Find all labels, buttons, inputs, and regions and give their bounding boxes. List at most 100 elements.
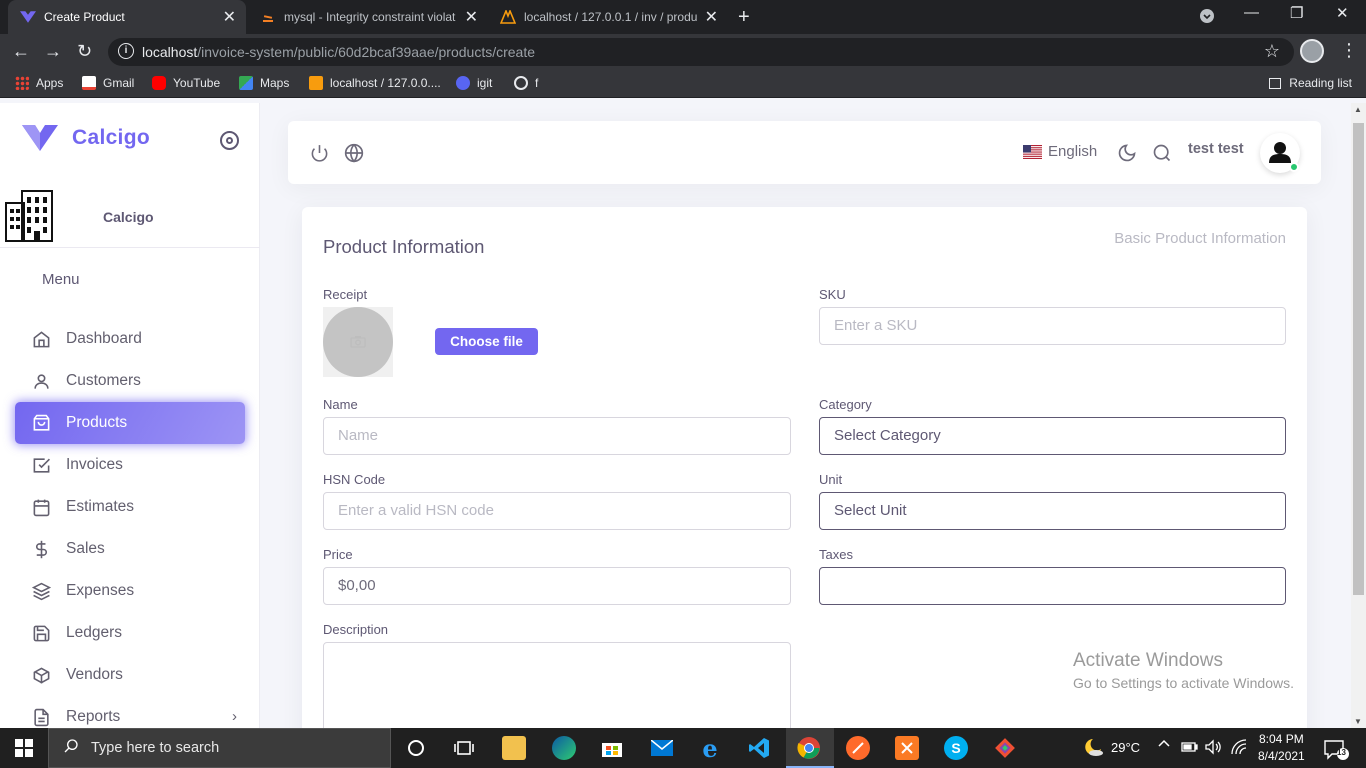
bookmark-label: f bbox=[535, 76, 539, 90]
bookmark-star-icon[interactable]: ☆ bbox=[1264, 41, 1280, 62]
price-label: Price bbox=[323, 547, 353, 562]
taxes-select[interactable] bbox=[819, 567, 1286, 605]
git-icon[interactable] bbox=[993, 736, 1017, 760]
bookmark-f[interactable]: f bbox=[514, 76, 538, 90]
weather-icon[interactable] bbox=[1083, 737, 1105, 760]
wifi-icon[interactable] bbox=[1230, 738, 1248, 759]
tab-label: Create Product bbox=[44, 10, 125, 24]
internet-explorer-icon[interactable]: e bbox=[698, 734, 722, 763]
url-bar[interactable]: i localhost/invoice-system/public/60d2bc… bbox=[108, 38, 1294, 66]
sidebar-item-invoices[interactable]: Invoices bbox=[15, 444, 245, 486]
battery-icon[interactable] bbox=[1181, 739, 1199, 756]
bookmark-youtube[interactable]: YouTube bbox=[152, 76, 220, 90]
price-input[interactable]: $0,00 bbox=[323, 567, 791, 605]
clock-time: 8:04 PM bbox=[1259, 732, 1304, 746]
window-close-icon[interactable]: ✕ bbox=[1336, 4, 1349, 22]
profile-avatar[interactable] bbox=[1300, 39, 1324, 63]
reload-icon[interactable]: ↻ bbox=[77, 41, 92, 62]
search-icon[interactable] bbox=[1152, 143, 1172, 168]
sidebar-collapse-toggle[interactable] bbox=[220, 131, 239, 150]
chrome-icon[interactable] bbox=[797, 736, 821, 760]
temperature[interactable]: 29°C bbox=[1111, 740, 1140, 755]
brand-logo[interactable]: Calcigo bbox=[22, 125, 150, 151]
sidebar-item-label: Customers bbox=[66, 372, 141, 389]
tab-create-product[interactable]: Create Product ✕ bbox=[8, 0, 246, 34]
vscode-icon[interactable] bbox=[747, 736, 771, 760]
power-icon[interactable] bbox=[310, 143, 329, 168]
menu-kebab-icon[interactable]: ⋮ bbox=[1340, 40, 1358, 61]
brand-name: Calcigo bbox=[72, 126, 150, 149]
hsn-input[interactable]: Enter a valid HSN code bbox=[323, 492, 791, 530]
postman-icon[interactable] bbox=[846, 736, 870, 760]
skype-icon[interactable]: S bbox=[944, 736, 968, 760]
taskbar-search-text: Type here to search bbox=[91, 740, 220, 756]
language-selector[interactable]: English bbox=[1023, 143, 1097, 160]
minimize-icon[interactable]: — bbox=[1244, 4, 1259, 21]
reading-list-button[interactable]: Reading list bbox=[1269, 76, 1352, 90]
sidebar-item-ledgers[interactable]: Ledgers bbox=[15, 612, 245, 654]
stackoverflow-favicon bbox=[260, 9, 276, 25]
mail-icon[interactable] bbox=[650, 736, 674, 760]
restore-icon[interactable]: ❐ bbox=[1290, 4, 1303, 22]
sku-input[interactable]: Enter a SKU bbox=[819, 307, 1286, 345]
page-scrollbar[interactable]: ▲ ▼ bbox=[1351, 103, 1366, 728]
chevron-up-icon[interactable] bbox=[1158, 738, 1170, 753]
unit-select[interactable]: Select Unit bbox=[819, 492, 1286, 530]
sidebar-item-vendors[interactable]: Vendors bbox=[15, 654, 245, 696]
cortana-icon[interactable] bbox=[404, 736, 428, 760]
name-input[interactable]: Name bbox=[323, 417, 791, 455]
bookmark-apps[interactable]: Apps bbox=[15, 76, 63, 90]
company-name: Calcigo bbox=[103, 209, 154, 225]
globe-icon[interactable] bbox=[344, 143, 364, 168]
sidebar-item-dashboard[interactable]: Dashboard bbox=[15, 318, 245, 360]
bookmark-igit[interactable]: igit bbox=[456, 76, 492, 90]
language-label: English bbox=[1048, 143, 1098, 160]
avatar[interactable] bbox=[1260, 133, 1300, 173]
sidebar-item-estimates[interactable]: Estimates bbox=[15, 486, 245, 528]
bookmark-gmail[interactable]: Gmail bbox=[82, 76, 134, 90]
user-name[interactable]: test test bbox=[1188, 141, 1244, 157]
back-icon[interactable]: ← bbox=[12, 41, 30, 62]
choose-file-button[interactable]: Choose file bbox=[435, 328, 538, 355]
browser-tab-bar: Create Product ✕ mysql - Integrity const… bbox=[0, 0, 1366, 34]
action-center-icon[interactable]: 13 bbox=[1324, 739, 1350, 766]
close-icon[interactable]: ✕ bbox=[705, 7, 718, 27]
category-select[interactable]: Select Category bbox=[819, 417, 1286, 455]
scroll-down-icon[interactable]: ▼ bbox=[1354, 717, 1362, 726]
new-tab-icon[interactable]: + bbox=[738, 6, 750, 29]
bookmark-localhost[interactable]: localhost / 127.0.0.... bbox=[309, 76, 441, 90]
windows-taskbar: Type here to search e S 29°C 8:04 PM 8/4… bbox=[0, 728, 1366, 768]
bookmark-label: Gmail bbox=[103, 76, 135, 90]
file-explorer-icon[interactable] bbox=[502, 736, 526, 760]
tab-mysql[interactable]: mysql - Integrity constraint violat ✕ bbox=[248, 0, 488, 34]
taskbar-search-box[interactable]: Type here to search bbox=[48, 728, 391, 768]
sidebar-item-expenses[interactable]: Expenses bbox=[15, 570, 245, 612]
store-icon[interactable] bbox=[600, 736, 624, 760]
volume-icon[interactable] bbox=[1204, 739, 1222, 758]
card-title: Product Information bbox=[323, 236, 485, 257]
sidebar-item-products[interactable]: Products bbox=[15, 402, 245, 444]
unit-label: Unit bbox=[819, 472, 843, 487]
sidebar-item-sales[interactable]: Sales bbox=[15, 528, 245, 570]
task-view-icon[interactable] bbox=[452, 736, 476, 760]
system-clock[interactable]: 8:04 PM 8/4/2021 bbox=[1258, 731, 1305, 765]
scroll-up-icon[interactable]: ▲ bbox=[1354, 105, 1362, 114]
receipt-preview[interactable] bbox=[323, 307, 393, 377]
windows-start-icon[interactable] bbox=[15, 739, 33, 762]
bookmark-maps[interactable]: Maps bbox=[239, 76, 289, 90]
tab-search-icon[interactable] bbox=[1200, 9, 1214, 27]
forward-icon[interactable]: → bbox=[44, 41, 62, 62]
edge-icon[interactable] bbox=[552, 736, 576, 760]
site-info-icon[interactable]: i bbox=[118, 43, 134, 59]
close-icon[interactable]: ✕ bbox=[223, 7, 236, 27]
close-icon[interactable]: ✕ bbox=[465, 7, 478, 27]
description-textarea[interactable] bbox=[323, 642, 791, 728]
tab-phpmyadmin[interactable]: localhost / 127.0.0.1 / inv / produ ✕ bbox=[488, 0, 728, 34]
xampp-icon[interactable] bbox=[895, 736, 919, 760]
sidebar-item-customers[interactable]: Customers bbox=[15, 360, 245, 402]
top-navbar: English test test bbox=[288, 121, 1321, 184]
sidebar: Calcigo Calcigo Menu Dashboard Customers… bbox=[0, 103, 260, 728]
sidebar-item-reports[interactable]: Reports › bbox=[15, 696, 245, 728]
moon-icon[interactable] bbox=[1117, 143, 1137, 168]
scrollbar-thumb[interactable] bbox=[1353, 123, 1364, 595]
